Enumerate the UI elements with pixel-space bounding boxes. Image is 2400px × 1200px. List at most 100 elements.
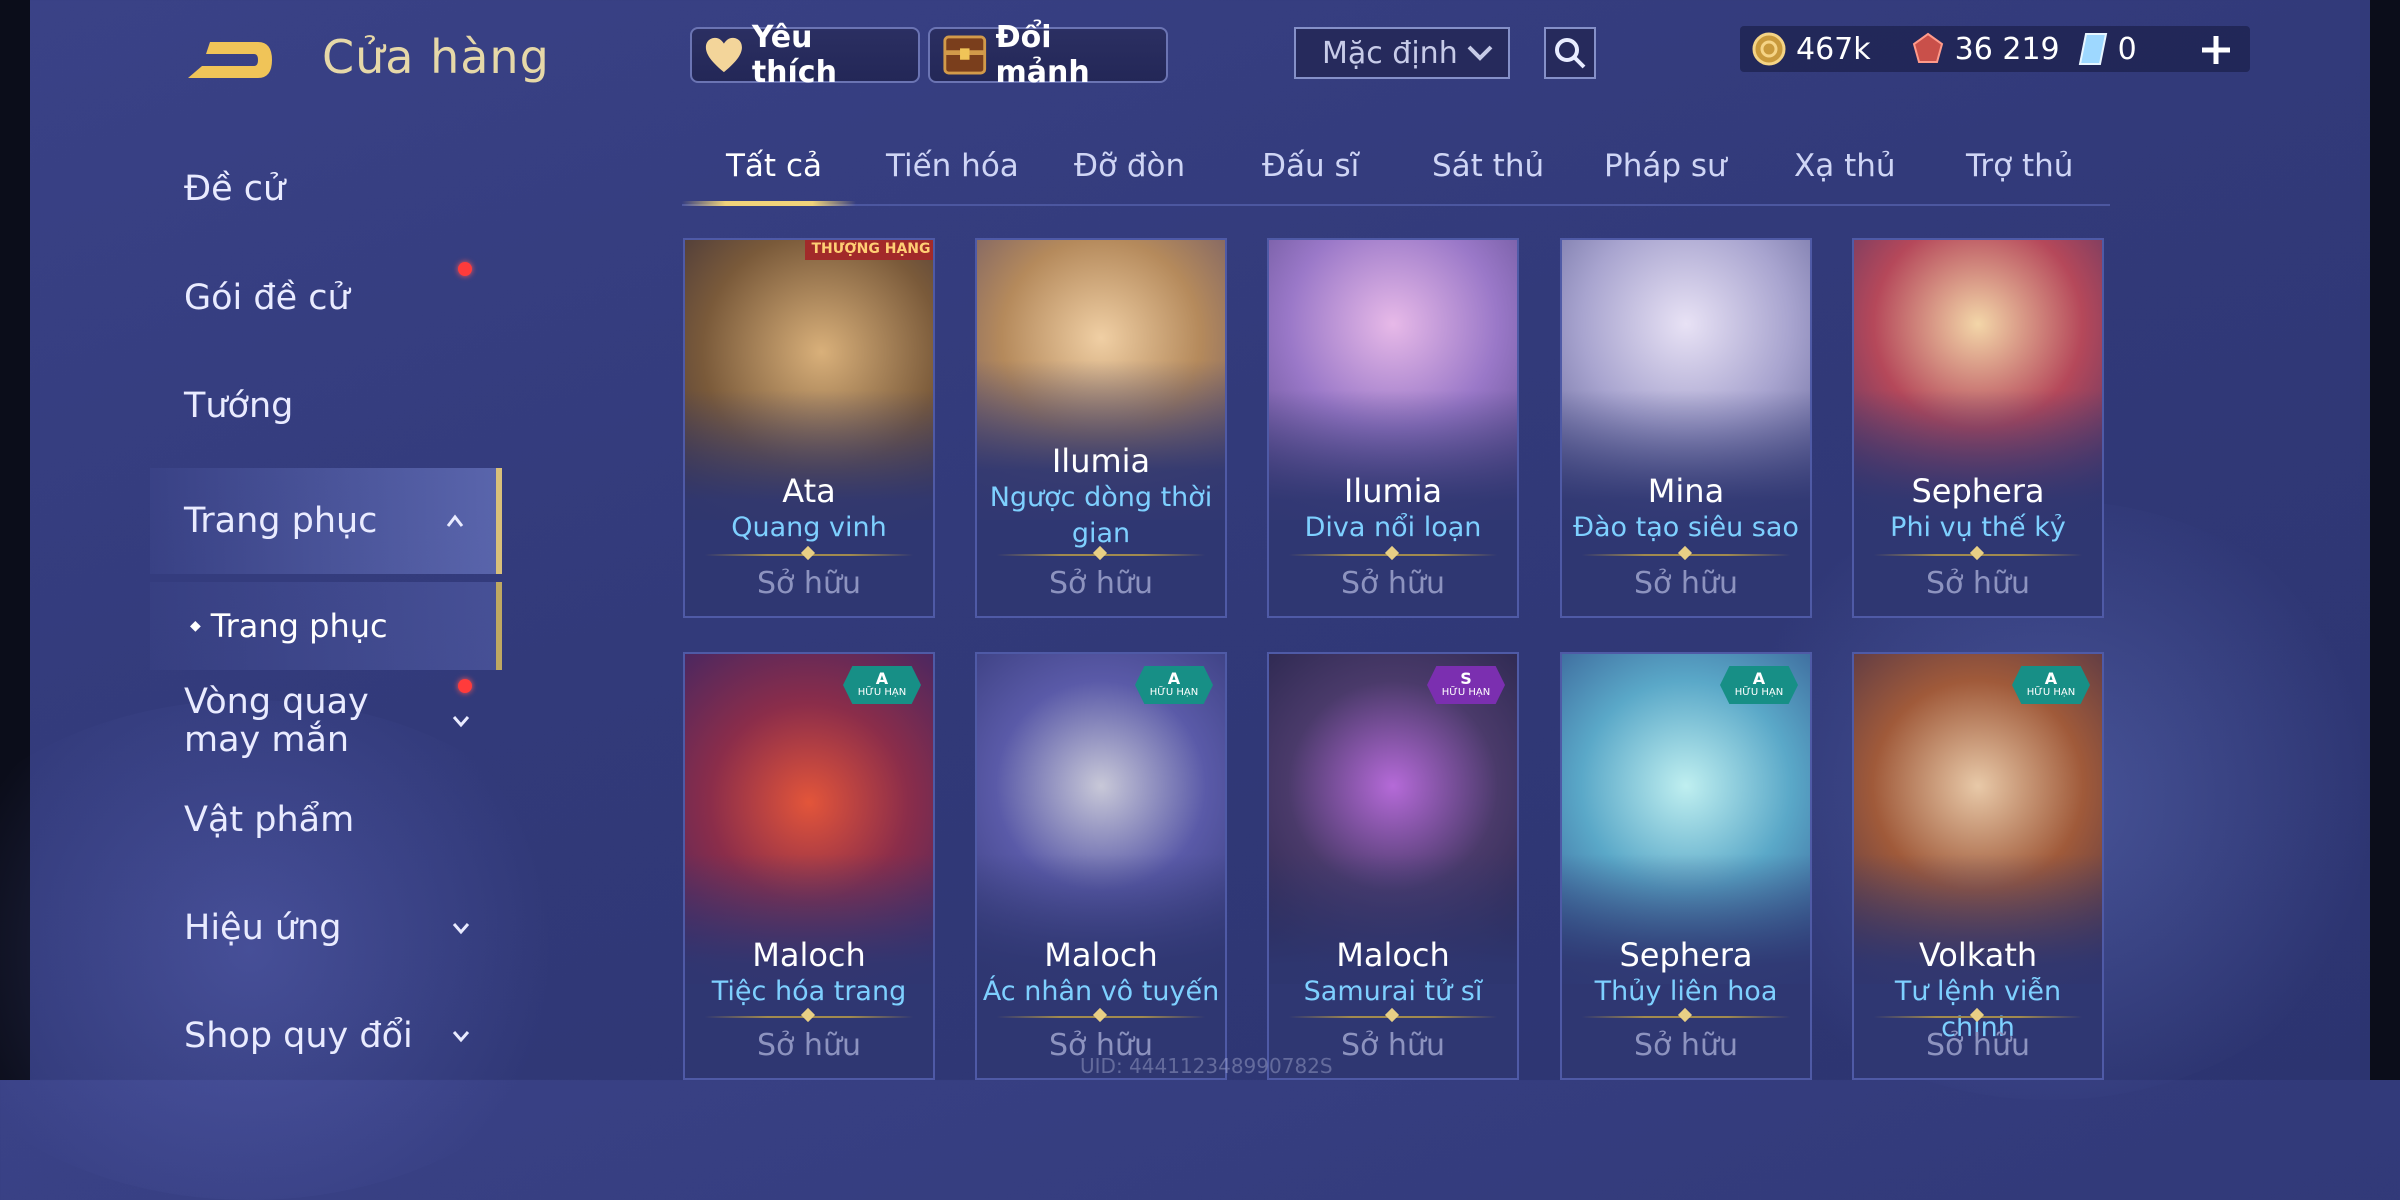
sidebar-item-skins[interactable]: Trang phục bbox=[150, 468, 502, 574]
skin-name: Samurai tử sĩ bbox=[1303, 976, 1483, 1007]
skin-name: Đào tạo siêu sao bbox=[1573, 512, 1799, 543]
tab-marksman[interactable]: Xạ thủ bbox=[1794, 148, 1896, 184]
gold-coin-icon bbox=[1752, 32, 1786, 66]
tab-assassin[interactable]: Sát thủ bbox=[1432, 148, 1544, 184]
grade-badge: A HỮU HẠN bbox=[1135, 666, 1213, 704]
treasure-chest-icon bbox=[943, 35, 987, 75]
tab-fighter[interactable]: Đấu sĩ bbox=[1262, 148, 1359, 184]
grade-badge: S HỮU HẠN bbox=[1427, 666, 1505, 704]
sidebar-item-effects[interactable]: Hiệu ứng bbox=[150, 888, 502, 968]
sidebar-subitem-skins[interactable]: ◆ Trang phục bbox=[150, 582, 502, 670]
premium-ribbon: THƯỢNG HẠNG bbox=[805, 240, 933, 260]
top-up-button[interactable] bbox=[2196, 30, 2236, 70]
card-divider bbox=[1289, 545, 1497, 561]
tab-tank[interactable]: Đỡ đòn bbox=[1074, 148, 1185, 184]
skin-card[interactable]: Sephera Phi vụ thế kỷ Sở hữu bbox=[1852, 238, 2104, 618]
card-divider bbox=[997, 545, 1205, 561]
ownership-status: Sở hữu bbox=[757, 566, 861, 601]
hero-name: Ata bbox=[782, 472, 836, 510]
tab-evolution[interactable]: Tiến hóa bbox=[886, 148, 1019, 184]
grade-subtitle: HỮU HẠN bbox=[857, 687, 907, 698]
hero-name: Mina bbox=[1647, 472, 1725, 510]
page-title: Cửa hàng bbox=[322, 30, 550, 84]
skin-card[interactable]: A HỮU HẠN Maloch Ác nhân vô tuyến Sở hữu bbox=[975, 652, 1227, 1080]
grade-letter: A bbox=[1752, 669, 1766, 688]
favorites-button[interactable]: Yêu thích bbox=[690, 20, 920, 90]
sidebar-subitem-label: Trang phục bbox=[210, 607, 388, 645]
ownership-status: Sở hữu bbox=[1634, 566, 1738, 601]
hero-name: Maloch bbox=[1336, 936, 1450, 974]
back-arrow-icon bbox=[188, 42, 272, 78]
sidebar-item-exchange-shop[interactable]: Shop quy đổi bbox=[150, 996, 502, 1076]
gem-currency: 0 bbox=[2078, 32, 2137, 67]
role-tabs: Tất cả Tiến hóa Đỡ đòn Đấu sĩ Sát thủ Ph… bbox=[682, 140, 2110, 206]
grade-subtitle: HỮU HẠN bbox=[1149, 687, 1199, 698]
sidebar-item-lucky-spin[interactable]: Vòng quay may mắn bbox=[150, 675, 502, 767]
hero-name: Sephera bbox=[1619, 936, 1753, 974]
sidebar: Đề cử Gói đề cử Tướng Trang phục ◆ Trang… bbox=[150, 150, 502, 1080]
hero-name: Volkath bbox=[1918, 936, 2038, 974]
shard-exchange-label: Đổi mảnh bbox=[995, 20, 1090, 90]
sidebar-item-recommended[interactable]: Đề cử bbox=[150, 149, 502, 229]
search-button[interactable] bbox=[1544, 27, 1596, 79]
skin-name: Quang vinh bbox=[731, 512, 887, 543]
skin-card[interactable]: A HỮU HẠN Sephera Thủy liên hoa Sở hữu bbox=[1560, 652, 1812, 1080]
voucher-amount: 36 219 bbox=[1954, 31, 2060, 67]
chevron-down-icon bbox=[452, 1031, 470, 1043]
sidebar-item-items[interactable]: Vật phẩm bbox=[150, 780, 502, 860]
search-icon bbox=[1555, 38, 1586, 69]
chevron-down-icon bbox=[452, 716, 470, 728]
sidebar-item-label: Shop quy đổi bbox=[184, 1016, 413, 1056]
card-divider bbox=[997, 1007, 1205, 1023]
ownership-status: Sở hữu bbox=[1634, 1028, 1738, 1063]
card-divider bbox=[705, 1007, 913, 1023]
chevron-up-icon bbox=[446, 514, 464, 527]
shard-exchange-button[interactable]: Đổi mảnh bbox=[928, 20, 1168, 90]
heart-icon bbox=[705, 37, 742, 73]
sort-dropdown[interactable]: Mặc định bbox=[1294, 27, 1510, 79]
back-button[interactable] bbox=[180, 30, 280, 90]
gold-currency: 467k bbox=[1752, 32, 1871, 67]
skin-card[interactable]: Ilumia Ngược dòng thời gian Sở hữu bbox=[975, 238, 1227, 618]
hero-name: Maloch bbox=[1044, 936, 1158, 974]
tab-all[interactable]: Tất cả bbox=[726, 148, 822, 184]
grade-subtitle: HỮU HẠN bbox=[2026, 687, 2076, 698]
tab-mage[interactable]: Pháp sư bbox=[1604, 148, 1727, 184]
skin-card[interactable]: THƯỢNG HẠNG Ata Quang vinh Sở hữu bbox=[683, 238, 935, 618]
grade-letter: A bbox=[1167, 669, 1181, 688]
skin-card[interactable]: S HỮU HẠN Maloch Samurai tử sĩ Sở hữu bbox=[1267, 652, 1519, 1080]
hero-name: Ilumia bbox=[1051, 442, 1151, 480]
active-tab-indicator bbox=[682, 201, 856, 206]
skin-name: Ngược dòng thời gian bbox=[989, 482, 1213, 549]
sidebar-item-label: Đề cử bbox=[184, 169, 286, 209]
ruby-voucher-icon bbox=[1912, 32, 1943, 63]
notification-dot bbox=[458, 262, 472, 276]
sidebar-item-bundles[interactable]: Gói đề cử bbox=[150, 258, 502, 338]
notification-dot bbox=[458, 679, 472, 693]
card-divider bbox=[1582, 1007, 1790, 1023]
skin-name: Diva nổi loạn bbox=[1304, 512, 1482, 543]
skin-card[interactable]: A HỮU HẠN Volkath Tư lệnh viễn chinh Sở … bbox=[1852, 652, 2104, 1080]
card-divider bbox=[1874, 545, 2082, 561]
ownership-status: Sở hữu bbox=[1926, 566, 2030, 601]
skin-card[interactable]: Ilumia Diva nổi loạn Sở hữu bbox=[1267, 238, 1519, 618]
sort-value: Mặc định bbox=[1322, 35, 1458, 71]
sidebar-item-label: Vòng quay may mắn bbox=[184, 682, 369, 760]
favorites-label: Yêu thích bbox=[751, 20, 837, 90]
card-divider bbox=[1874, 1007, 2082, 1023]
skin-name: Phi vụ thế kỷ bbox=[1890, 512, 2066, 543]
skin-card[interactable]: A HỮU HẠN Maloch Tiệc hóa trang Sở hữu bbox=[683, 652, 935, 1080]
plus-icon bbox=[2202, 36, 2230, 64]
sidebar-item-heroes[interactable]: Tướng bbox=[150, 366, 502, 446]
card-gem-icon bbox=[2078, 33, 2107, 65]
voucher-currency: 36 219 bbox=[1911, 32, 2060, 67]
currency-bar: 467k 36 219 0 bbox=[1740, 26, 2250, 72]
tab-support[interactable]: Trợ thủ bbox=[1966, 148, 2073, 184]
skin-card[interactable]: Mina Đào tạo siêu sao Sở hữu bbox=[1560, 238, 1812, 618]
card-divider bbox=[1582, 545, 1790, 561]
grade-letter: A bbox=[2044, 669, 2058, 688]
grade-letter: A bbox=[875, 669, 889, 688]
sidebar-item-label: Trang phục bbox=[184, 501, 378, 541]
grade-badge: A HỮU HẠN bbox=[2012, 666, 2090, 704]
ownership-status: Sở hữu bbox=[1926, 1028, 2030, 1063]
